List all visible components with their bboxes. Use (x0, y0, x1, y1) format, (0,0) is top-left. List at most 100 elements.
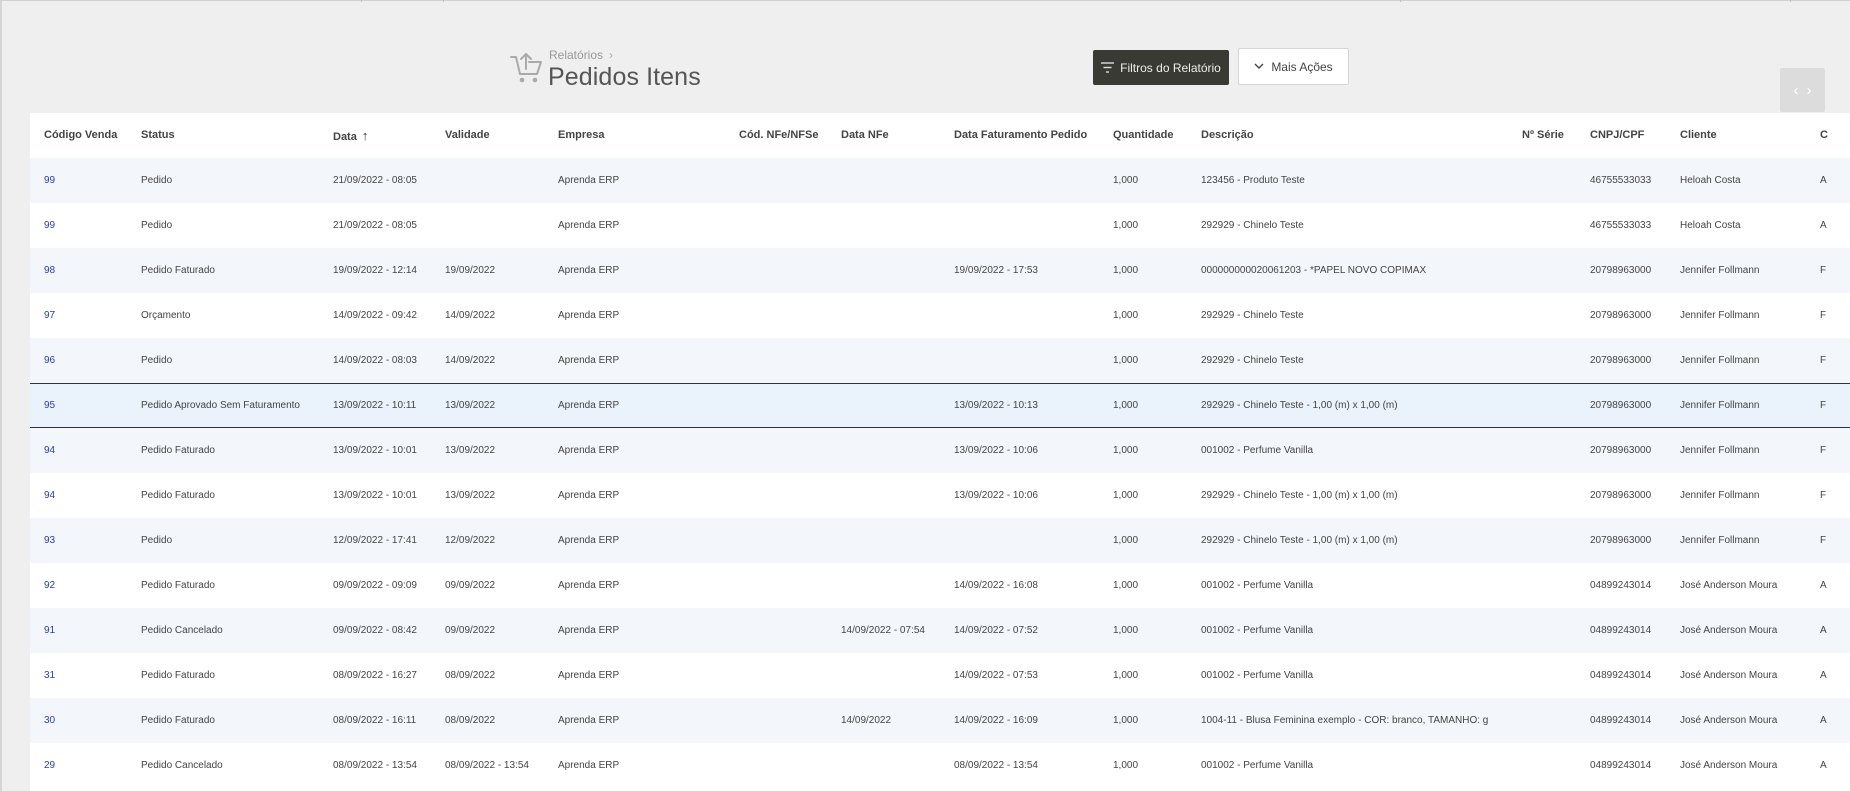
cell-validade: 12/09/2022 (445, 535, 496, 546)
cell-data-faturamento: 14/09/2022 - 07:53 (954, 670, 1038, 681)
column-header-label: Código Venda (44, 129, 118, 141)
cell-descricao: 001002 - Perfume Vanilla (1201, 760, 1314, 771)
column-header-cod-nfe[interactable]: Cód. NFe/NFSe (739, 113, 818, 158)
cell-cliente: Jennifer Follmann (1680, 445, 1760, 456)
table-row[interactable]: 31 Pedido Faturado 08/09/2022 - 16:27 08/09… (30, 653, 1850, 698)
cell-codigo-venda[interactable]: 99 (44, 158, 55, 203)
cell-codigo-venda[interactable]: 31 (44, 653, 55, 698)
column-header-validade[interactable]: Validade (445, 113, 490, 158)
cell-quantidade: 1,000 (1113, 670, 1139, 681)
table-row[interactable]: 94 Pedido Faturado 13/09/2022 - 10:01 13/09… (30, 428, 1850, 473)
cell-cnpj-cpf: 20798963000 (1590, 400, 1652, 411)
cell-status: Pedido Faturado (141, 490, 215, 501)
table-row[interactable]: 91 Pedido Cancelado 09/09/2022 - 08:42 09/0… (30, 608, 1850, 653)
cell-data-faturamento: 13/09/2022 - 10:06 (954, 490, 1038, 501)
cell-data-faturamento: 14/09/2022 - 16:08 (954, 580, 1038, 591)
cell-codigo-venda[interactable]: 96 (44, 338, 55, 383)
cell-codigo-venda[interactable]: 93 (44, 518, 55, 563)
cell-codigo-venda[interactable]: 30 (44, 698, 55, 743)
cell-data: 12/09/2022 - 17:41 (333, 535, 417, 546)
table-row[interactable]: 95 Pedido Aprovado Sem Faturamento 13/09/2… (30, 383, 1850, 428)
table-row[interactable]: 29 Pedido Cancelado 08/09/2022 - 13:54 08/0… (30, 743, 1850, 788)
cell-cliente: José Anderson Moura (1680, 625, 1778, 636)
table-row[interactable]: 93 Pedido 12/09/2022 - 17:41 12/09/2022 Apre… (30, 518, 1850, 563)
report-filters-button[interactable]: Filtros do Relatório (1093, 50, 1229, 85)
column-header-extra[interactable]: C (1820, 113, 1828, 158)
cell-extra: A (1820, 715, 1827, 726)
cell-codigo-venda[interactable]: 97 (44, 293, 55, 338)
cell-data: 21/09/2022 - 08:05 (333, 175, 417, 186)
cell-quantidade: 1,000 (1113, 625, 1139, 636)
cell-cliente: José Anderson Moura (1680, 580, 1778, 591)
column-header-data-nfe[interactable]: Data NFe (841, 113, 889, 158)
cell-status: Pedido Faturado (141, 265, 215, 276)
cell-cnpj-cpf: 20798963000 (1590, 535, 1652, 546)
cell-codigo-venda[interactable]: 99 (44, 203, 55, 248)
cell-validade: 13/09/2022 (445, 400, 496, 411)
cell-data: 13/09/2022 - 10:01 (333, 490, 417, 501)
table-row[interactable]: 96 Pedido 14/09/2022 - 08:03 14/09/2022 Apre… (30, 338, 1850, 383)
cell-extra: F (1820, 490, 1827, 501)
column-header-empresa[interactable]: Empresa (558, 113, 604, 158)
cell-descricao: 001002 - Perfume Vanilla (1201, 580, 1314, 591)
column-header-label: Empresa (558, 129, 605, 141)
column-header-data-faturamento[interactable]: Data Faturamento Pedido (954, 113, 1087, 158)
cell-cnpj-cpf: 46755533033 (1590, 220, 1652, 231)
column-header-codigo-venda[interactable]: Código Venda (44, 113, 117, 158)
cell-extra: A (1820, 220, 1827, 231)
column-header-quantidade[interactable]: Quantidade (1113, 113, 1174, 158)
cell-data-faturamento: 13/09/2022 - 10:06 (954, 445, 1038, 456)
more-actions-button[interactable]: Mais Ações (1238, 48, 1349, 85)
cell-cnpj-cpf: 20798963000 (1590, 355, 1652, 366)
column-header-label: CNPJ/CPF (1590, 129, 1645, 141)
cell-cnpj-cpf: 04899243014 (1590, 715, 1652, 726)
cell-codigo-venda[interactable]: 91 (44, 608, 55, 653)
cell-codigo-venda[interactable]: 94 (44, 428, 55, 473)
breadcrumb-parent[interactable]: Relatórios (549, 48, 603, 62)
cell-quantidade: 1,000 (1113, 355, 1139, 366)
cell-validade: 19/09/2022 (445, 265, 496, 276)
cell-cliente: José Anderson Moura (1680, 760, 1778, 771)
cell-codigo-venda[interactable]: 29 (44, 743, 55, 788)
cell-empresa: Aprenda ERP (558, 310, 620, 321)
table-row[interactable]: 98 Pedido Faturado 19/09/2022 - 12:14 19/09… (30, 248, 1850, 293)
column-header-numero-serie[interactable]: Nº Série (1522, 113, 1564, 158)
cell-codigo-venda[interactable]: 94 (44, 473, 55, 518)
cell-validade: 09/09/2022 (445, 580, 496, 591)
cell-empresa: Aprenda ERP (558, 220, 620, 231)
cell-codigo-venda[interactable]: 92 (44, 563, 55, 608)
column-header-status[interactable]: Status (141, 113, 175, 158)
sort-ascending-icon: ↑ (361, 128, 369, 143)
cell-cliente: Jennifer Follmann (1680, 535, 1760, 546)
column-header-data[interactable]: Data ↑ (333, 113, 368, 158)
cell-empresa: Aprenda ERP (558, 355, 620, 366)
cell-status: Pedido Cancelado (141, 625, 223, 636)
column-header-descricao[interactable]: Descrição (1201, 113, 1254, 158)
page-title: Pedidos Itens (548, 63, 701, 91)
cell-descricao: 001002 - Perfume Vanilla (1201, 670, 1314, 681)
chevron-right-icon[interactable]: › (1807, 82, 1812, 99)
table-row[interactable]: 99 Pedido 21/09/2022 - 08:05 Aprenda ERP 1,0… (30, 158, 1850, 203)
cell-codigo-venda[interactable]: 98 (44, 248, 55, 293)
cell-descricao: 292929 - Chinelo Teste - 1,00 (m) x 1,00… (1201, 400, 1398, 411)
cell-cnpj-cpf: 04899243014 (1590, 580, 1652, 591)
cell-codigo-venda[interactable]: 95 (44, 384, 55, 429)
cart-upload-icon (510, 53, 542, 83)
table-row[interactable]: 92 Pedido Faturado 09/09/2022 - 09:09 09/09… (30, 563, 1850, 608)
chevron-left-icon[interactable]: ‹ (1794, 82, 1799, 99)
cell-validade: 08/09/2022 (445, 670, 496, 681)
table-row[interactable]: 30 Pedido Faturado 08/09/2022 - 16:11 08/09… (30, 698, 1850, 743)
cell-data: 09/09/2022 - 09:09 (333, 580, 417, 591)
column-header-cnpj-cpf[interactable]: CNPJ/CPF (1590, 113, 1644, 158)
horizontal-scroll-control: ‹ › (1780, 68, 1825, 112)
cell-cliente: Heloah Costa (1680, 220, 1741, 231)
table-row[interactable]: 99 Pedido 21/09/2022 - 08:05 Aprenda ERP 1,0… (30, 203, 1850, 248)
table-row[interactable]: 97 Orçamento 14/09/2022 - 09:42 14/09/2022 A… (30, 293, 1850, 338)
cell-quantidade: 1,000 (1113, 265, 1139, 276)
table-row[interactable]: 94 Pedido Faturado 13/09/2022 - 10:01 13/09… (30, 473, 1850, 518)
cell-cnpj-cpf: 04899243014 (1590, 760, 1652, 771)
cell-cliente: José Anderson Moura (1680, 670, 1778, 681)
cell-extra: A (1820, 670, 1827, 681)
column-header-cliente[interactable]: Cliente (1680, 113, 1717, 158)
report-table: Código Venda Status Data ↑ Validade Empresa Có… (30, 113, 1850, 791)
